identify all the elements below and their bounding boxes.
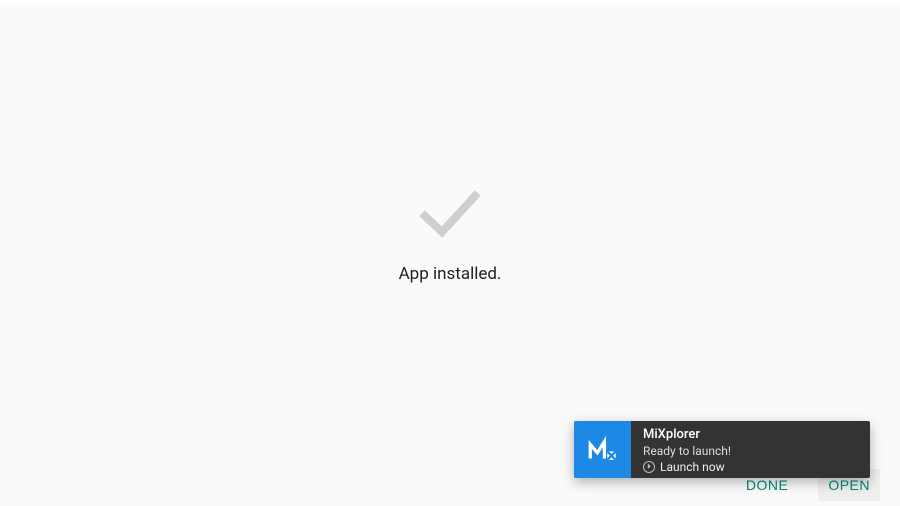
check-success-icon	[415, 186, 485, 242]
mixplorer-logo-icon	[586, 433, 620, 467]
notification-title: MiXplorer	[643, 427, 858, 443]
notification-action-label: Launch now	[660, 460, 725, 474]
install-status-text: App installed.	[399, 264, 502, 284]
notification-body: MiXplorer Ready to launch! ⏵ Launch now	[631, 421, 870, 478]
launch-notification[interactable]: MiXplorer Ready to launch! ⏵ Launch now	[574, 421, 870, 478]
notification-subtitle: Ready to launch!	[643, 444, 858, 459]
notification-app-icon	[574, 421, 631, 478]
main-content: App installed.	[0, 5, 900, 465]
notification-action[interactable]: ⏵ Launch now	[643, 460, 858, 474]
launch-now-icon: ⏵	[643, 461, 655, 473]
